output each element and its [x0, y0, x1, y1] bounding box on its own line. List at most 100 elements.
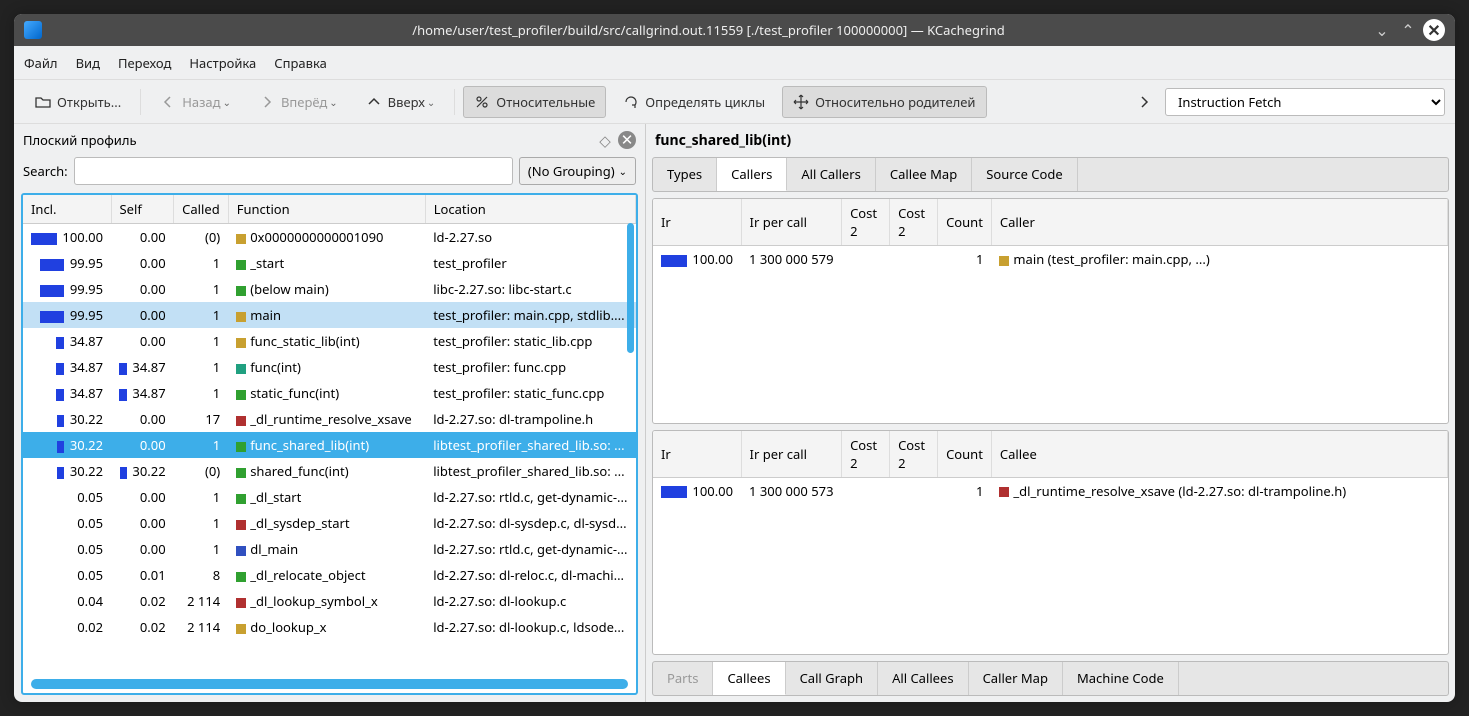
tab-machine-code[interactable]: Machine Code [1063, 662, 1179, 695]
pane-close-button[interactable]: ✕ [618, 131, 636, 149]
col-cost2b[interactable]: Cost 2 [890, 199, 938, 246]
col-caller[interactable]: Caller [991, 199, 1447, 246]
back-button[interactable]: Назад ⌄ [149, 86, 242, 118]
tab-parts[interactable]: Parts [653, 662, 713, 695]
minimize-button[interactable]: ⌄ [1371, 19, 1393, 41]
menu-bar: Файл Вид Переход Настройка Справка [14, 46, 1455, 80]
chevron-right-icon [1136, 94, 1152, 110]
window-title: /home/user/test_profiler/build/src/callg… [50, 21, 1367, 39]
table-row[interactable]: 0.04 0.022 114_dl_lookup_symbol_xld-2.27… [23, 588, 636, 614]
relative-button[interactable]: Относительные [463, 86, 606, 118]
pane-detach-button[interactable]: ◇ [596, 131, 614, 149]
chevron-down-icon: ⌄ [329, 95, 337, 109]
cycle-icon [623, 94, 639, 110]
relative-parents-label: Относительно родителей [815, 93, 975, 111]
table-row[interactable]: 0.05 0.001_dl_startld-2.27.so: rtld.c, g… [23, 484, 636, 510]
up-label: Вверх [388, 93, 425, 111]
table-row[interactable]: 100.001 300 000 5791main (test_profiler:… [653, 246, 1448, 273]
open-label: Открыть... [57, 93, 121, 111]
up-icon [366, 94, 382, 110]
tab-callers[interactable]: Callers [717, 158, 787, 191]
search-label: Search: [23, 162, 68, 180]
col-ir-per-call[interactable]: Ir per call [741, 431, 842, 478]
tab-callees[interactable]: Callees [713, 662, 785, 695]
table-row[interactable]: 34.87 34.871static_func(int)test_profile… [23, 380, 636, 406]
back-icon [160, 94, 176, 110]
grouping-select[interactable]: (No Grouping) ⌄ [519, 157, 636, 185]
bottom-tabs: Parts Callees Call Graph All Callees Cal… [652, 661, 1449, 696]
title-bar: /home/user/test_profiler/build/src/callg… [14, 14, 1455, 46]
col-ir[interactable]: Ir [653, 199, 741, 246]
flat-profile-title: Плоский профиль [23, 131, 592, 149]
menu-settings[interactable]: Настройка [189, 54, 256, 72]
menu-view[interactable]: Вид [76, 54, 100, 72]
chevron-down-icon: ⌄ [619, 164, 627, 178]
percent-icon [474, 94, 490, 110]
table-row[interactable]: 100.001 300 000 5731_dl_runtime_resolve_… [653, 477, 1448, 504]
search-input[interactable] [74, 157, 513, 185]
forward-label: Вперёд [281, 93, 327, 111]
close-button[interactable]: ✕ [1423, 19, 1445, 41]
table-row[interactable]: 0.05 0.001_dl_sysdep_startld-2.27.so: dl… [23, 510, 636, 536]
table-row[interactable]: 30.22 0.001func_shared_lib(int)libtest_p… [23, 432, 636, 458]
tab-all-callees[interactable]: All Callees [878, 662, 969, 695]
table-row[interactable]: 30.22 0.0017_dl_runtime_resolve_xsaveld-… [23, 406, 636, 432]
tab-caller-map[interactable]: Caller Map [969, 662, 1063, 695]
col-incl[interactable]: Incl. [23, 195, 111, 224]
tab-callee-map[interactable]: Callee Map [876, 158, 972, 191]
cycles-button[interactable]: Определять циклы [612, 86, 776, 118]
callees-table[interactable]: Ir Ir per call Cost 2 Cost 2 Count Calle… [653, 431, 1448, 504]
table-row[interactable]: 0.05 0.018_dl_relocate_objectld-2.27.so:… [23, 562, 636, 588]
col-callee[interactable]: Callee [991, 431, 1447, 478]
table-row[interactable]: 99.95 0.001_starttest_profiler [23, 250, 636, 276]
folder-icon [35, 94, 51, 110]
chevron-down-icon: ⌄ [427, 95, 435, 109]
col-location[interactable]: Location [425, 195, 635, 224]
table-row[interactable]: 34.87 34.871func(int)test_profiler: func… [23, 354, 636, 380]
cycles-label: Определять циклы [645, 93, 765, 111]
nav-forward-button[interactable] [1129, 87, 1159, 117]
col-self[interactable]: Self [111, 195, 174, 224]
relative-parents-button[interactable]: Относительно родителей [782, 86, 986, 118]
forward-icon [259, 94, 275, 110]
menu-help[interactable]: Справка [274, 54, 327, 72]
table-row[interactable]: 100.00 0.00(0)0x0000000000001090ld-2.27.… [23, 224, 636, 251]
col-count[interactable]: Count [938, 431, 992, 478]
open-button[interactable]: Открыть... [24, 86, 132, 118]
col-ir-per-call[interactable]: Ir per call [741, 199, 842, 246]
callers-table[interactable]: Ir Ir per call Cost 2 Cost 2 Count Calle… [653, 199, 1448, 272]
col-cost2a[interactable]: Cost 2 [842, 431, 890, 478]
selected-function-title: func_shared_lib(int) [649, 127, 1452, 154]
table-row[interactable]: 30.22 30.22(0)shared_func(int)libtest_pr… [23, 458, 636, 484]
tab-source-code[interactable]: Source Code [972, 158, 1078, 191]
maximize-button[interactable]: ⌃ [1397, 19, 1419, 41]
table-row[interactable]: 0.05 0.001dl_mainld-2.27.so: rtld.c, get… [23, 536, 636, 562]
table-row[interactable]: 99.95 0.001maintest_profiler: main.cpp, … [23, 302, 636, 328]
col-function[interactable]: Function [228, 195, 425, 224]
col-ir[interactable]: Ir [653, 431, 741, 478]
flat-profile-table[interactable]: Incl. Self Called Function Location 100.… [23, 195, 636, 640]
col-cost2a[interactable]: Cost 2 [842, 199, 890, 246]
grouping-label: (No Grouping) [528, 162, 615, 180]
table-row[interactable]: 99.95 0.001(below main)libc-2.27.so: lib… [23, 276, 636, 302]
tab-all-callers[interactable]: All Callers [787, 158, 876, 191]
col-called[interactable]: Called [174, 195, 229, 224]
horizontal-scrollbar[interactable] [31, 679, 628, 689]
menu-file[interactable]: Файл [24, 54, 58, 72]
table-row[interactable]: 0.02 0.022 114do_lookup_xld-2.27.so: dl-… [23, 614, 636, 640]
tab-call-graph[interactable]: Call Graph [786, 662, 879, 695]
col-count[interactable]: Count [938, 199, 992, 246]
menu-go[interactable]: Переход [118, 54, 171, 72]
up-button[interactable]: Вверх ⌄ [355, 86, 447, 118]
top-tabs: Types Callers All Callers Callee Map Sou… [652, 157, 1449, 192]
col-cost2b[interactable]: Cost 2 [890, 431, 938, 478]
tab-types[interactable]: Types [653, 158, 717, 191]
forward-button[interactable]: Вперёд ⌄ [248, 86, 349, 118]
tool-bar: Открыть... Назад ⌄ Вперёд ⌄ Вверх ⌄ Отно… [14, 80, 1455, 124]
event-type-select[interactable]: Instruction Fetch [1165, 88, 1445, 116]
scrollbar-thumb[interactable] [627, 223, 634, 353]
move-icon [793, 94, 809, 110]
table-row[interactable]: 34.87 0.001func_static_lib(int)test_prof… [23, 328, 636, 354]
relative-label: Относительные [496, 93, 595, 111]
app-icon [24, 21, 42, 39]
